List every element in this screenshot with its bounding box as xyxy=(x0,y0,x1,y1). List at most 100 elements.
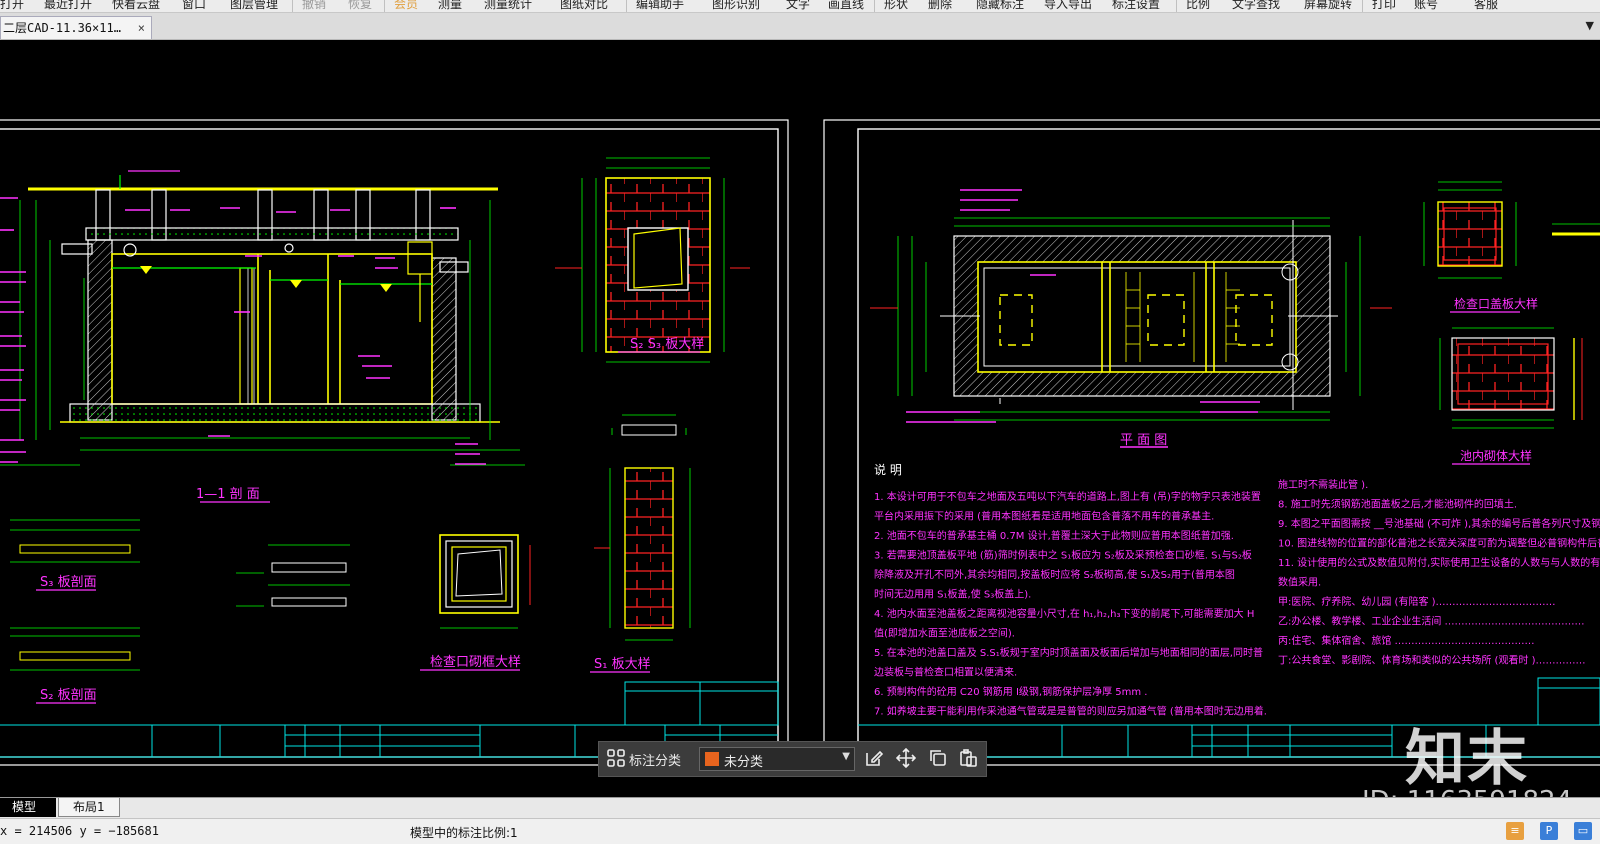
menu-item-2[interactable]: 快看云盘 xyxy=(112,0,160,12)
menu-item-6[interactable]: 恢复 xyxy=(348,0,372,12)
note-line: 4. 池内水面至池盖板之距离视池容量小尺寸,在 h₁,h₂,h₃下变的前尾下,可… xyxy=(874,607,1254,620)
menu-separator xyxy=(292,0,293,12)
cad-drawing: 1—1 剖 面 S₂ S₃ 板大样 S₃ 板剖面 S₂ 板剖面 S₁ 板大样 检… xyxy=(0,119,1600,766)
note-line: 甲:医院、疗养院、幼儿园 (有陪客 )……………………………… xyxy=(1278,595,1556,608)
pdf-convert-icon[interactable]: P xyxy=(1540,822,1558,840)
note-line: 7. 如养坡主要干能利用作采池通气管或是是普管的则应另加通气管 (普用本图时无边… xyxy=(874,705,1267,718)
menu-item-18[interactable]: 导入导出 xyxy=(1044,0,1092,12)
menu-item-20[interactable]: 比例 xyxy=(1186,0,1210,12)
menu-item-14[interactable]: 画直线 xyxy=(828,0,864,12)
menu-item-10[interactable]: 图纸对比 xyxy=(560,0,608,12)
section-title: 1—1 剖 面 xyxy=(196,487,260,502)
tabs-dropdown-icon[interactable]: ▼ xyxy=(1586,19,1594,32)
frame-title: 检查口砌框大样 xyxy=(430,655,521,670)
menu-item-0[interactable]: 打开 xyxy=(0,0,24,12)
tank-block-detail: 池内砌体大样 xyxy=(1439,327,1583,465)
annotation-scale: 模型中的标注比例:1 xyxy=(410,826,518,840)
cover-title: 检查口盖板大样 xyxy=(1454,296,1538,311)
menu-item-16[interactable]: 删除 xyxy=(928,0,952,12)
menu-item-23[interactable]: 打印 xyxy=(1372,0,1396,12)
cover-plate-detail: 检查口盖板大样 xyxy=(1423,181,1600,313)
note-line: 2. 池面不包车的普承基主桶 0.7M 设计,普覆土深大于此物则应普用本图纸普加… xyxy=(874,529,1234,542)
design-notes: 说 明 1. 本设计可用于不包车之地面及五吨以下汽车的道路上,图上有 (吊)字的… xyxy=(874,462,1600,718)
menu-item-3[interactable]: 窗口 xyxy=(182,0,206,12)
tank-title: 池内砌体大样 xyxy=(1460,448,1532,463)
document-tab[interactable]: 二层CAD-11.36×11… × xyxy=(0,16,152,39)
paste-icon[interactable] xyxy=(957,748,979,770)
s2s3-title: S₂ S₃ 板大样 xyxy=(630,337,704,352)
close-tab-icon[interactable]: × xyxy=(138,17,145,39)
plan-view: 平 面 图 xyxy=(870,189,1392,448)
cad-canvas[interactable]: 1—1 剖 面 S₂ S₃ 板大样 S₃ 板剖面 S₂ 板剖面 S₁ 板大样 检… xyxy=(0,40,1600,797)
menu-separator xyxy=(384,0,385,12)
menu-item-11[interactable]: 编辑助手 xyxy=(636,0,684,12)
menu-item-12[interactable]: 图形识别 xyxy=(712,0,760,12)
document-tab-title: 二层CAD-11.36×11… xyxy=(3,21,121,35)
cursor-coordinates: x = 214506 y = −185681 xyxy=(0,824,159,838)
chevron-down-icon: ▼ xyxy=(842,751,850,762)
edit-icon[interactable] xyxy=(863,748,885,770)
note-line: 平台内采用振下的采用 (普用本图纸看是适用地面包含普落不用车的普承基主. xyxy=(874,510,1214,523)
annotation-category-select[interactable]: 未分类 ▼ xyxy=(699,747,855,771)
notes-heading: 说 明 xyxy=(874,462,902,477)
plate-sections xyxy=(10,519,650,704)
tab-layout1[interactable]: 布局1 xyxy=(58,798,120,817)
grid-icon[interactable] xyxy=(605,748,627,770)
tab-model[interactable]: 模型 xyxy=(0,798,56,817)
note-line: 乙:办公楼、教学楼、工业企业生活间 …………………………………… xyxy=(1278,615,1585,628)
menu-bar: 打开 最近打开 快看云盘 窗口 图层管理 撤销 恢复 会员 测量 测量统计 图纸对比 编辑助手 图形识别… xyxy=(0,0,1600,13)
note-line: 数值采用. xyxy=(1278,576,1321,589)
note-line: 时间无边用用 S₁板盖,使 S₃板盖上). xyxy=(874,588,1031,601)
menu-item-1[interactable]: 最近打开 xyxy=(44,0,92,12)
note-line: 边装板与普检查口相置以便清来. xyxy=(874,666,1017,679)
section-1-1 xyxy=(0,170,525,503)
note-line: 施工时不需装此管 ). xyxy=(1278,478,1368,491)
note-line: 6. 预制构件的砼用 C20 钢筋用 I级钢,钢筋保护层净厚 5mm . xyxy=(874,685,1147,698)
plan-title: 平 面 图 xyxy=(1120,433,1167,448)
menu-item-9[interactable]: 测量统计 xyxy=(484,0,532,12)
menu-item-19[interactable]: 标注设置 xyxy=(1112,0,1160,12)
note-line: 5. 在本池的池盖口盖及 S.S₁板规于室内时顶盖面及板面后增加与地面相同的面层… xyxy=(874,646,1263,659)
note-line: 10. 图进线物的位置的部化普池之长宽关深度可酌为调整但必普钢构件后普各的用量普… xyxy=(1278,537,1600,550)
menu-separator xyxy=(1362,0,1363,12)
menu-item-15[interactable]: 形状 xyxy=(884,0,908,12)
category-select-value: 未分类 xyxy=(724,755,764,770)
menu-item-21[interactable]: 文字查找 xyxy=(1232,0,1280,12)
menu-item-4[interactable]: 图层管理 xyxy=(230,0,278,12)
menu-item-25[interactable]: 客服 xyxy=(1474,0,1498,12)
s2-title: S₂ 板剖面 xyxy=(40,688,97,703)
move-icon[interactable] xyxy=(895,747,917,770)
menu-item-17[interactable]: 隐藏标注 xyxy=(976,0,1024,12)
category-color-swatch xyxy=(705,752,719,766)
s1-title: S₁ 板大样 xyxy=(594,657,651,672)
note-line: 9. 本图之平面图需按 __号池基础 (不可炸 ),其余的编号后普各列尺寸及钢筋… xyxy=(1278,517,1600,530)
menu-item-22[interactable]: 屏幕旋转 xyxy=(1304,0,1352,12)
menu-separator xyxy=(626,0,627,12)
screen-icon[interactable]: ▭ xyxy=(1574,822,1592,840)
watermark-logo: 知末 xyxy=(1405,724,1529,794)
note-line: 丁:公共食堂、影剧院、体育场和类似的公共场所 (观看时 )…………… xyxy=(1278,654,1586,667)
note-line: 值(即增加水面至池底板之空间). xyxy=(874,627,1015,640)
menu-item-24[interactable]: 账号 xyxy=(1414,0,1438,12)
annotation-toolbar: 标注分类 未分类 ▼ xyxy=(598,741,987,777)
copy-icon[interactable] xyxy=(927,748,949,770)
menu-separator xyxy=(874,0,875,12)
note-icon[interactable]: ≡ xyxy=(1506,822,1524,840)
note-line: 1. 本设计可用于不包车之地面及五吨以下汽车的道路上,图上有 (吊)字的物字只表… xyxy=(874,490,1261,503)
menu-separator xyxy=(1176,0,1177,12)
check-frame-detail xyxy=(439,534,531,629)
menu-item-7[interactable]: 会员 xyxy=(394,0,418,12)
s1-plate-detail xyxy=(594,414,691,641)
status-bar: x = 214506 y = −185681 模型中的标注比例:1 ≡ P ▭ xyxy=(0,818,1600,844)
menu-item-5[interactable]: 撤销 xyxy=(302,0,326,12)
layout-tabs: 模型 布局1 xyxy=(0,797,1600,818)
menu-item-8[interactable]: 测量 xyxy=(438,0,462,12)
note-line: 3. 若需要池顶盖板平地 (筋)筛时例表中之 S₁板应为 S₂板及采预检查口砂框… xyxy=(874,549,1252,562)
s3-title: S₃ 板剖面 xyxy=(40,575,97,590)
document-tab-bar: 二层CAD-11.36×11… × ▼ xyxy=(0,13,1600,40)
menu-item-13[interactable]: 文字 xyxy=(786,0,810,12)
s2s3-plate-detail xyxy=(555,157,750,363)
note-line: 8. 施工时先须钢筋池面盖板之后,才能池砌件的回填土. xyxy=(1278,498,1517,511)
note-line: 11. 设计使用的公式及数值见附付,实际使用卫生设备的人数与与人数的有分化可按下… xyxy=(1278,556,1600,569)
note-line: 丙:住宅、集体宿舍、旅馆 …………………………………… xyxy=(1278,634,1535,647)
